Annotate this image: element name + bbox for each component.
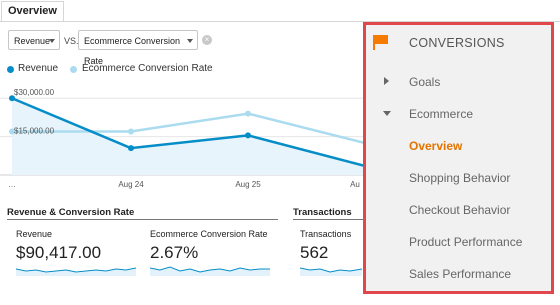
primary-metric-label: Revenue [14,36,51,46]
tab-bar [0,0,560,22]
revenue-point [128,145,134,152]
line-chart: $30,000.00 $15,000.00 … Aug 24 Aug 25 Au [0,88,370,189]
x-axis-tick-label: … [8,180,16,189]
revenue-sparkline [16,267,136,276]
x-axis-tick-label: Au [350,180,360,189]
conversions-nav-panel: CONVERSIONS Goals Ecommerce Overview Sho… [363,22,554,294]
chevron-down-icon [187,39,193,43]
metric-value-revenue: $90,417.00 [16,243,102,262]
metric-label-conversion-rate: Ecommerce Conversion Rate [150,229,268,239]
metric-value-transactions: 562 [300,243,329,262]
tab-overview[interactable]: Overview [1,1,64,21]
vs-label: VS. [64,36,79,46]
y-axis-tick-label: $30,000.00 [14,88,55,97]
expand-icon[interactable] [384,77,389,85]
conversion-legend-dot [70,66,77,73]
section-divider [7,219,278,220]
secondary-metric-label: Ecommerce Conversion Rate [84,36,181,66]
y-axis-tick-label: $15,000.00 [14,127,55,136]
nav-item-shopping-behavior[interactable]: Shopping Behavior [409,171,510,185]
legend-revenue: Revenue [18,63,59,74]
metric-label-revenue: Revenue [16,229,53,239]
nav-item-overview[interactable]: Overview [409,139,462,153]
legend-conversion-rate: Ecommerce Conversion Rate [82,63,213,74]
x-axis-tick-label: Aug 24 [118,180,144,189]
revenue-point [245,132,251,139]
chevron-down-icon [49,39,55,43]
nav-item-goals[interactable]: Goals [409,75,440,89]
nav-item-product-performance[interactable]: Product Performance [409,235,522,249]
nav-item-checkout-behavior[interactable]: Checkout Behavior [409,203,510,217]
revenue-legend-dot [7,66,14,73]
collapse-icon[interactable] [383,111,391,116]
conversion-rate-point [245,110,251,117]
nav-item-ecommerce[interactable]: Ecommerce [409,107,473,121]
metric-label-transactions: Transactions [300,229,352,239]
conversion-rate-sparkline [150,266,270,276]
flag-icon [373,35,388,50]
x-axis-tick-label: Aug 25 [235,180,261,189]
transactions-sparkline [300,267,362,276]
clear-icon[interactable]: × [202,35,212,45]
conversion-rate-point [128,128,134,135]
metric-value-conversion-rate: 2.67% [150,243,199,262]
section-title-revenue: Revenue & Conversion Rate [7,207,135,218]
primary-metric-select[interactable]: Revenue [8,30,60,50]
secondary-metric-select[interactable]: Ecommerce Conversion Rate [78,30,198,66]
section-divider [293,219,368,220]
panel-header: CONVERSIONS [409,36,505,50]
section-title-transactions: Transactions [293,207,352,218]
nav-item-sales-performance[interactable]: Sales Performance [409,267,511,281]
